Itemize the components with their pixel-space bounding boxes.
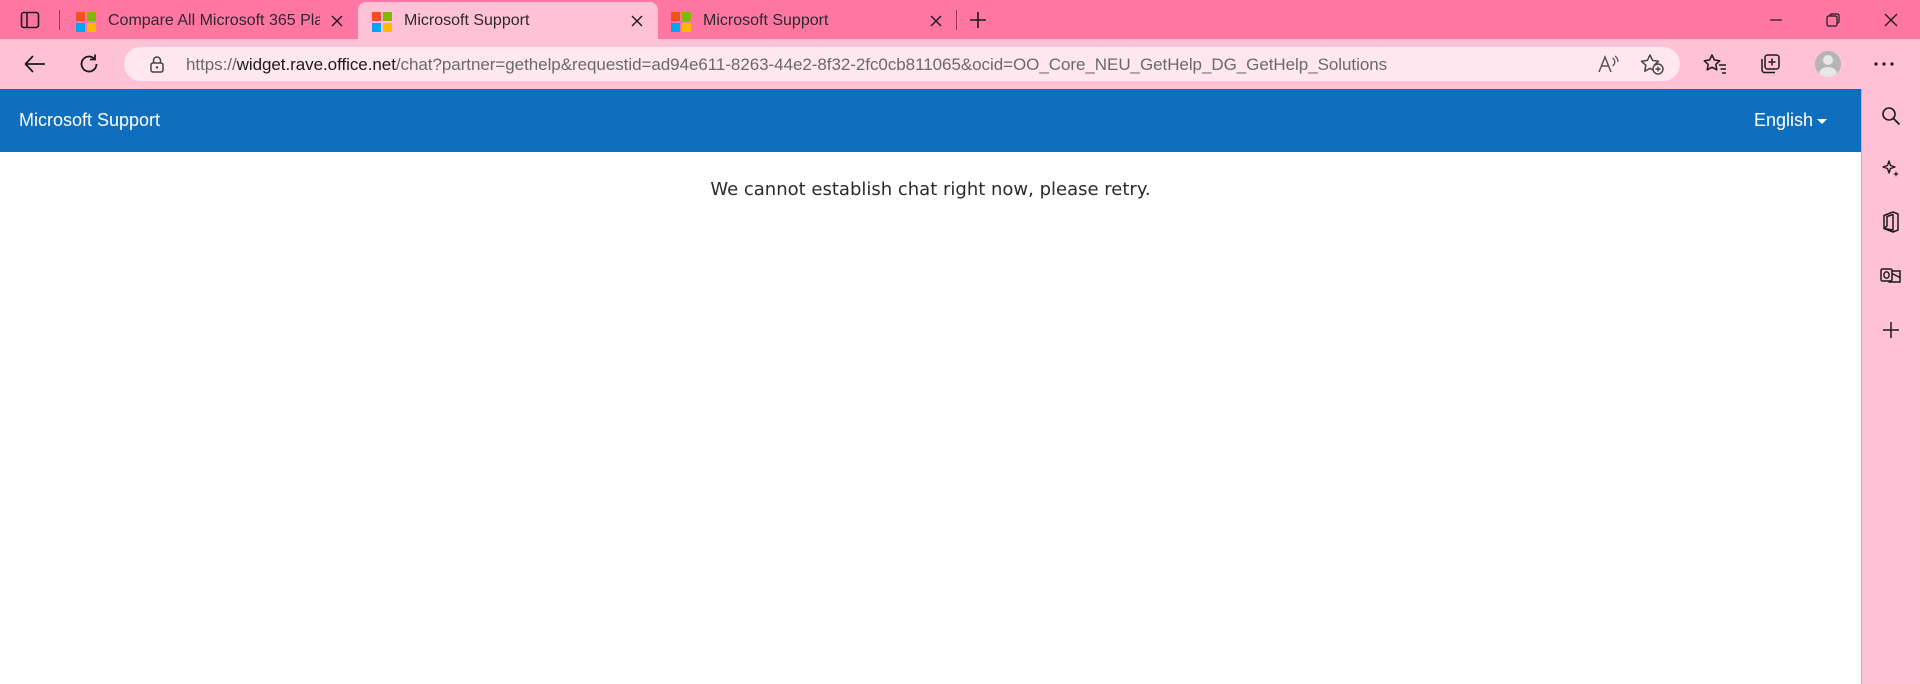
close-tab-icon[interactable]: [927, 12, 945, 30]
address-bar[interactable]: https://widget.rave.office.net/chat?part…: [124, 47, 1680, 81]
back-arrow-icon: [24, 55, 45, 73]
sidebar-office-button[interactable]: [1876, 207, 1906, 237]
settings-menu-button[interactable]: [1869, 49, 1899, 79]
tab-actions-icon[interactable]: [16, 7, 44, 33]
outlook-icon: [1880, 268, 1901, 283]
tab-title: Compare All Microsoft 365 Plans: [108, 12, 320, 29]
close-tab-icon[interactable]: [328, 12, 346, 30]
microsoft-logo-icon: [671, 12, 691, 32]
favorites-icon: [1703, 54, 1726, 74]
restore-button[interactable]: [1810, 5, 1856, 35]
profile-button[interactable]: [1813, 49, 1843, 79]
close-tab-icon[interactable]: [628, 12, 646, 30]
lock-icon[interactable]: [148, 55, 166, 73]
more-icon: [1874, 62, 1894, 66]
plus-icon: [970, 12, 986, 28]
url-host: widget.rave.office.net: [236, 55, 396, 74]
add-favorite-icon[interactable]: [1640, 53, 1664, 75]
office-icon: [1883, 211, 1899, 233]
url-prefix: https://: [186, 55, 237, 74]
language-label: English: [1753, 110, 1813, 130]
sidebar-outlook-button[interactable]: [1876, 260, 1906, 290]
site-header: Microsoft Support English: [0, 89, 1861, 152]
close-icon: [1884, 13, 1898, 27]
collections-icon: [1761, 54, 1780, 74]
sidebar-add-button[interactable]: [1876, 315, 1906, 345]
tab-title: Microsoft Support: [703, 12, 829, 29]
sidebar-copilot-button[interactable]: [1876, 154, 1906, 184]
url-text[interactable]: https://widget.rave.office.net/chat?part…: [186, 55, 1387, 75]
close-window-button[interactable]: [1868, 5, 1914, 35]
tab-microsoft-support-active[interactable]: Microsoft Support: [358, 2, 658, 39]
tab-title: Microsoft Support: [404, 12, 530, 29]
browser-toolbar: https://widget.rave.office.net/chat?part…: [0, 39, 1920, 89]
tab-compare-plans[interactable]: Compare All Microsoft 365 Plans: [62, 2, 354, 39]
tab-separator: [59, 10, 60, 30]
read-aloud-icon[interactable]: [1596, 53, 1620, 75]
tab-separator: [956, 10, 957, 30]
search-icon: [1882, 107, 1901, 126]
page-viewport: Microsoft Support English We cannot esta…: [0, 89, 1861, 684]
chat-error-message: We cannot establish chat right now, plea…: [710, 179, 1151, 200]
edge-sidebar: [1861, 89, 1920, 684]
url-path: /chat?partner=gethelp&requestid=ad94e611…: [395, 55, 1388, 74]
microsoft-logo-icon: [372, 12, 392, 32]
microsoft-logo-icon: [76, 12, 96, 32]
minimize-icon: [1770, 19, 1782, 21]
profile-avatar-icon: [1815, 51, 1841, 77]
back-button[interactable]: [20, 49, 50, 79]
refresh-button[interactable]: [74, 49, 104, 79]
new-tab-button[interactable]: [964, 7, 992, 33]
minimize-button[interactable]: [1753, 5, 1799, 35]
caret-down-icon: [1817, 119, 1827, 124]
site-title[interactable]: Microsoft Support: [19, 110, 160, 131]
tab-microsoft-support[interactable]: Microsoft Support: [657, 2, 957, 39]
favorites-button[interactable]: [1700, 49, 1730, 79]
refresh-icon: [80, 54, 98, 73]
sidebar-search-button[interactable]: [1876, 101, 1906, 131]
copilot-icon: [1882, 160, 1899, 177]
language-dropdown[interactable]: English: [1754, 110, 1827, 131]
add-icon: [1883, 322, 1899, 338]
tab-strip: Compare All Microsoft 365 Plans Microsof…: [0, 0, 1920, 39]
collections-button[interactable]: [1755, 49, 1785, 79]
restore-icon: [1826, 13, 1840, 27]
